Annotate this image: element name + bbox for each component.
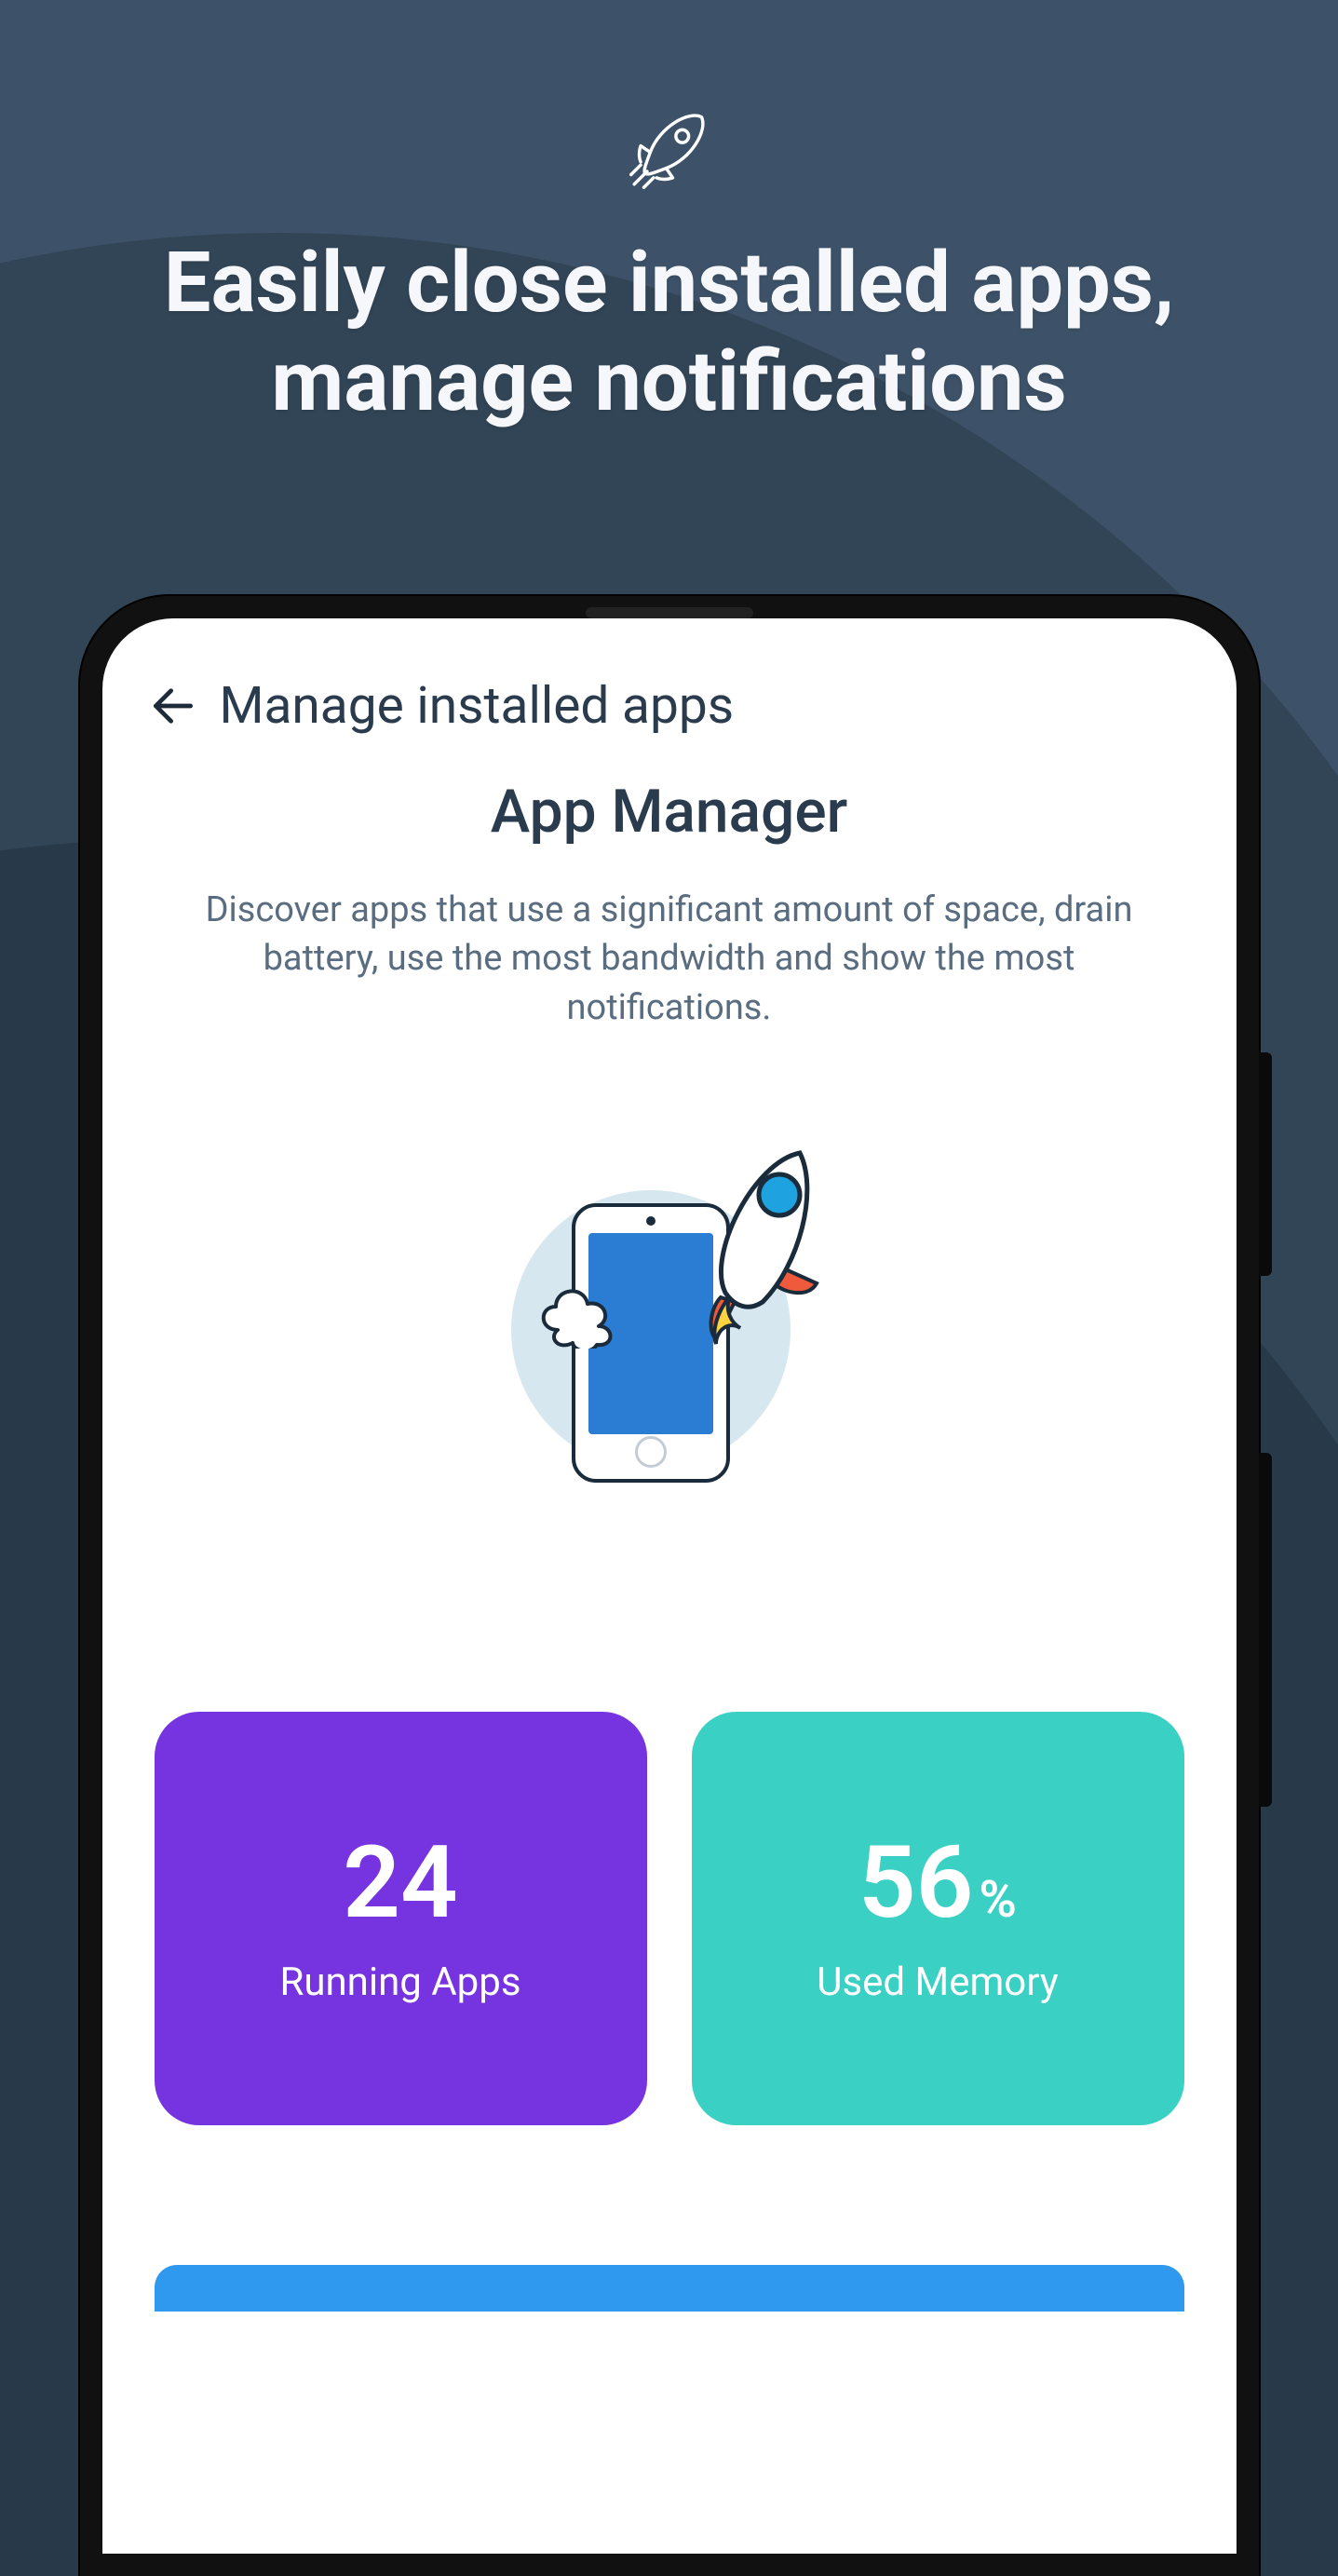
hero-title: Easily close installed apps, manage noti… bbox=[0, 234, 1338, 431]
page-title: App Manager bbox=[140, 777, 1199, 847]
page-description: Discover apps that use a significant amo… bbox=[140, 886, 1199, 1032]
arrow-left-icon bbox=[147, 680, 199, 732]
used-memory-label: Used Memory bbox=[817, 1959, 1059, 2005]
app-screen: Manage installed apps App Manager Discov… bbox=[102, 618, 1237, 2554]
back-button[interactable] bbox=[145, 678, 201, 734]
stats-cards: 24 Running Apps 56 % Used Memory bbox=[140, 1712, 1199, 2125]
rocket-icon bbox=[618, 98, 721, 204]
used-memory-value: 56 bbox=[858, 1833, 973, 1933]
topbar-title: Manage installed apps bbox=[220, 676, 735, 736]
running-apps-label: Running Apps bbox=[279, 1959, 520, 2005]
rocket-illustration-icon bbox=[660, 1144, 837, 1367]
running-apps-card[interactable]: 24 Running Apps bbox=[155, 1712, 647, 2125]
app-topbar: Manage installed apps bbox=[140, 671, 1199, 767]
phone-mockup: Manage installed apps App Manager Discov… bbox=[80, 596, 1259, 2576]
cloud-icon bbox=[530, 1265, 642, 1349]
running-apps-value: 24 bbox=[343, 1833, 457, 1933]
hero-section: Easily close installed apps, manage noti… bbox=[0, 0, 1338, 431]
used-memory-unit: % bbox=[979, 1875, 1017, 1926]
action-button[interactable] bbox=[155, 2265, 1184, 2312]
used-memory-card[interactable]: 56 % Used Memory bbox=[692, 1712, 1184, 2125]
hero-illustration bbox=[140, 1144, 1199, 1479]
